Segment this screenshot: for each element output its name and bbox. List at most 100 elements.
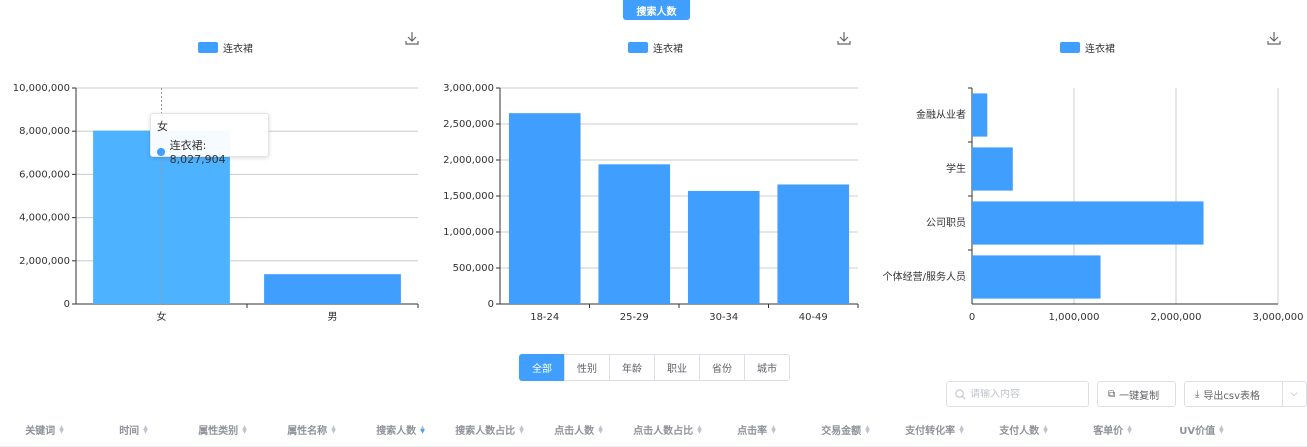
- bar: [264, 274, 401, 304]
- bar: [687, 190, 760, 304]
- occupation-bar-plot: 0 1,000,000 2,000,000 3,000,000 金融从业者学生公司职员个…: [883, 87, 1304, 323]
- tooltip-title: 女: [157, 120, 168, 133]
- x-tick-label: 男: [328, 311, 338, 323]
- tooltip-value: 连衣裙: 8,027,904: [169, 139, 226, 166]
- gender-bar-plot: 0 2,000,000 4,000,000 6,000,000 8,000,000 10,…: [13, 83, 419, 323]
- tab-occupation[interactable]: 职业: [654, 354, 700, 381]
- x-tick-label: 0: [969, 312, 975, 323]
- y-tick-label: 500,000: [453, 263, 494, 274]
- export-dropdown-button[interactable]: ⌵: [1282, 381, 1307, 407]
- column-header[interactable]: 关键词 ▲ ▼: [0, 422, 89, 437]
- age-chart: 连衣裙 0 500,000 1,000,000 1,500,000 2,000,000 2…: [430, 30, 865, 330]
- column-header-label: 属性名称: [287, 426, 328, 437]
- sort-icon[interactable]: ▲ ▼: [420, 424, 425, 434]
- column-header[interactable]: 交易金额 ▲ ▼: [801, 422, 890, 437]
- download-icon: ⤓: [1195, 388, 1200, 400]
- column-header-label: 属性类别: [198, 426, 239, 437]
- x-tick-label: 女: [157, 310, 167, 323]
- tab-all[interactable]: 全部: [519, 354, 565, 381]
- y-tick-label: 2,000,000: [19, 256, 70, 267]
- column-header[interactable]: 属性名称 ▲ ▼: [267, 422, 356, 437]
- x-tick-label: 1,000,000: [1049, 312, 1100, 323]
- dimension-tabs: 全部 性别 年龄 职业 省份 城市: [519, 354, 790, 381]
- bar: [972, 147, 1013, 191]
- y-tick-label: 公司职员: [926, 217, 966, 229]
- y-tick-label: 2,500,000: [443, 119, 494, 130]
- column-header-label: 关键词: [25, 426, 56, 437]
- column-header[interactable]: 支付人数 ▲ ▼: [979, 422, 1068, 437]
- bar: [598, 164, 671, 304]
- x-tick-label: 3,000,000: [1253, 312, 1304, 323]
- x-tick-label: 2,000,000: [1151, 312, 1202, 323]
- sort-icon[interactable]: ▲ ▼: [519, 424, 524, 434]
- sort-icon[interactable]: ▲ ▼: [959, 424, 964, 434]
- sort-icon[interactable]: ▲ ▼: [59, 424, 64, 434]
- tab-province[interactable]: 省份: [699, 354, 745, 381]
- y-tick-label: 10,000,000: [13, 83, 70, 94]
- bar: [972, 201, 1204, 245]
- copy-button[interactable]: ⧉ 一键复制: [1097, 381, 1176, 407]
- sort-icon[interactable]: ▲ ▼: [331, 424, 336, 434]
- y-tick-label: 8,000,000: [19, 126, 70, 137]
- x-tick-label: 40-49: [799, 312, 828, 323]
- column-header-label: 客单价: [1093, 426, 1124, 437]
- chevron-down-icon: ⌵: [1290, 389, 1298, 399]
- y-tick-label: 金融从业者: [916, 108, 966, 121]
- tab-age[interactable]: 年龄: [609, 354, 655, 381]
- column-header[interactable]: 点击率 ▲ ▼: [712, 422, 801, 437]
- search-box: [946, 381, 1089, 407]
- y-tick-label: 1,500,000: [443, 191, 494, 202]
- column-header[interactable]: 客单价 ▲ ▼: [1068, 422, 1157, 437]
- column-header-label: 交易金额: [821, 426, 862, 437]
- search-input[interactable]: [970, 388, 1080, 400]
- column-header[interactable]: UV价值 ▲ ▼: [1157, 422, 1246, 437]
- sort-icon[interactable]: ▲ ▼: [242, 424, 247, 434]
- column-header-label: 点击人数占比: [633, 426, 694, 437]
- bar: [508, 113, 581, 304]
- column-header[interactable]: 搜索人数占比 ▲ ▼: [445, 422, 534, 437]
- column-header-label: UV价值: [1179, 426, 1216, 437]
- tab-gender[interactable]: 性别: [564, 354, 610, 381]
- sort-icon[interactable]: ▲ ▼: [1219, 424, 1224, 434]
- age-bar-plot: 0 500,000 1,000,000 1,500,000 2,000,000 2,500…: [443, 83, 859, 323]
- column-header-label: 时间: [119, 426, 140, 437]
- column-header[interactable]: 时间 ▲ ▼: [89, 422, 178, 437]
- bar: [777, 184, 850, 304]
- occupation-chart: 连衣裙 0 1,000,000 2,000,000 3,000,000 金融从业者 学生公…: [865, 30, 1307, 330]
- table-header: 关键词 ▲ ▼ 时间 ▲ ▼ 属性类别 ▲ ▼ 属性名称 ▲ ▼ 搜索人数 ▲ ▼ 搜索人数占比 ▲ ▼ 点击人数 ▲…: [0, 413, 1307, 447]
- sort-icon[interactable]: ▲ ▼: [865, 424, 870, 434]
- y-tick-label: 1,000,000: [443, 227, 494, 238]
- gender-chart: 连衣裙 0 2,000,000 4,000,000 6,000,000 8,000,00…: [0, 30, 430, 330]
- tab-city[interactable]: 城市: [744, 354, 790, 381]
- y-tick-label: 个体经营/服务人员: [883, 270, 966, 283]
- column-header[interactable]: 搜索人数 ▲ ▼: [356, 422, 445, 437]
- column-header-label: 点击率: [737, 426, 768, 437]
- sort-icon[interactable]: ▲ ▼: [1127, 424, 1132, 434]
- column-header-label: 支付转化率: [905, 426, 956, 437]
- column-header[interactable]: 属性类别 ▲ ▼: [178, 422, 267, 437]
- x-tick-label: 30-34: [709, 312, 738, 323]
- y-tick-label: 3,000,000: [443, 83, 494, 94]
- search-count-button[interactable]: 搜索人数: [623, 0, 690, 20]
- sort-icon[interactable]: ▲ ▼: [598, 424, 603, 434]
- sort-icon[interactable]: ▲ ▼: [697, 424, 702, 434]
- y-tick-label: 4,000,000: [19, 213, 70, 224]
- column-header-label: 点击人数: [554, 426, 595, 437]
- column-header[interactable]: 点击人数占比 ▲ ▼: [623, 422, 712, 437]
- x-tick-label: 18-24: [530, 312, 559, 323]
- column-header[interactable]: 点击人数 ▲ ▼: [534, 422, 623, 437]
- search-icon: [955, 388, 966, 399]
- column-header-label: 搜索人数占比: [455, 426, 516, 437]
- sort-icon[interactable]: ▲ ▼: [771, 424, 776, 434]
- column-header[interactable]: 支付转化率 ▲ ▼: [890, 422, 979, 437]
- export-csv-button[interactable]: ⤓ 导出csv表格: [1184, 381, 1283, 407]
- sort-icon[interactable]: ▲ ▼: [1043, 424, 1048, 434]
- bar: [972, 93, 988, 137]
- y-tick-label: 6,000,000: [19, 169, 70, 180]
- column-header-label: 搜索人数: [376, 426, 417, 437]
- x-tick-label: 25-29: [620, 312, 649, 323]
- y-tick-label: 学生: [946, 162, 966, 175]
- sort-icon[interactable]: ▲ ▼: [143, 424, 148, 434]
- bar: [972, 255, 1101, 299]
- y-tick-label: 0: [64, 299, 70, 310]
